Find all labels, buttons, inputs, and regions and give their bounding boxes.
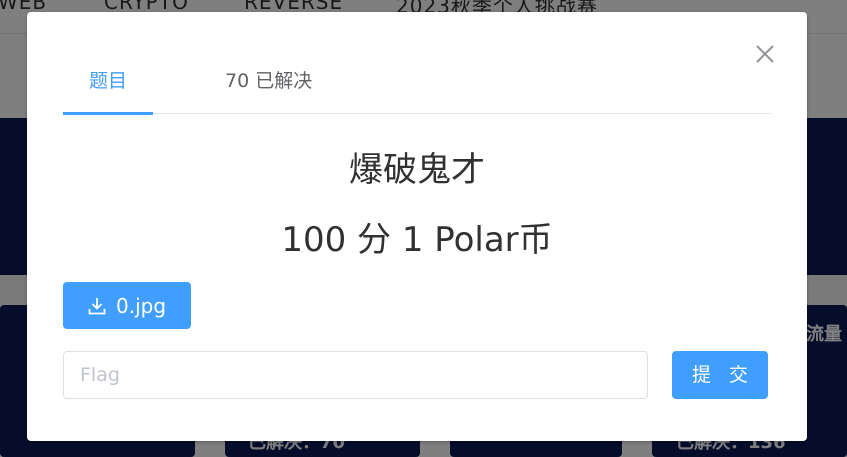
attachment-download-button[interactable]: 0.jpg: [63, 282, 191, 329]
tab-solved[interactable]: 70 已解决: [225, 64, 312, 114]
close-button[interactable]: [753, 42, 777, 66]
tab-challenge[interactable]: 题目: [63, 64, 153, 115]
attachment-filename: 0.jpg: [115, 293, 167, 318]
dialog-tabs: 题目 70 已解决: [63, 64, 771, 115]
challenge-score: 100 分 1 Polar币: [281, 220, 553, 260]
flag-input[interactable]: [63, 351, 648, 399]
download-icon: [88, 297, 106, 315]
submit-button[interactable]: 提 交: [672, 351, 768, 399]
challenge-dialog: 题目 70 已解决 爆破鬼才 100 分 1 Polar币 0.jpg 提 交: [27, 12, 807, 441]
close-icon: [753, 42, 777, 66]
challenge-title: 爆破鬼才: [349, 150, 485, 190]
